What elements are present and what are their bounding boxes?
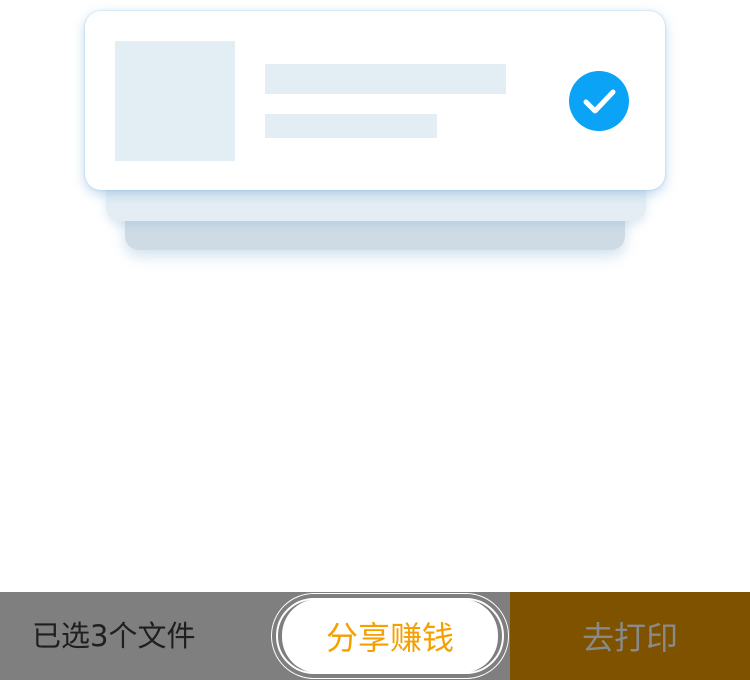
share-button-label: 分享赚钱 [325,619,454,657]
share-earn-button[interactable]: 分享赚钱 [271,593,509,679]
file-subtitle-placeholder [265,114,437,138]
file-thumbnail-placeholder [115,41,235,161]
selection-summary-area: 已选3个文件 分享赚钱 [0,592,510,680]
share-button-inner: 分享赚钱 [282,599,498,673]
page: 已选3个文件 分享赚钱 去打印 [0,0,750,680]
selected-count-label: 已选3个文件 [32,619,196,653]
bottom-action-bar: 已选3个文件 分享赚钱 去打印 [0,592,750,680]
print-button[interactable]: 去打印 [510,592,750,680]
print-button-label: 去打印 [581,619,678,657]
file-card[interactable] [85,11,665,190]
file-title-placeholder [265,64,506,94]
check-circle-icon[interactable] [569,71,629,131]
